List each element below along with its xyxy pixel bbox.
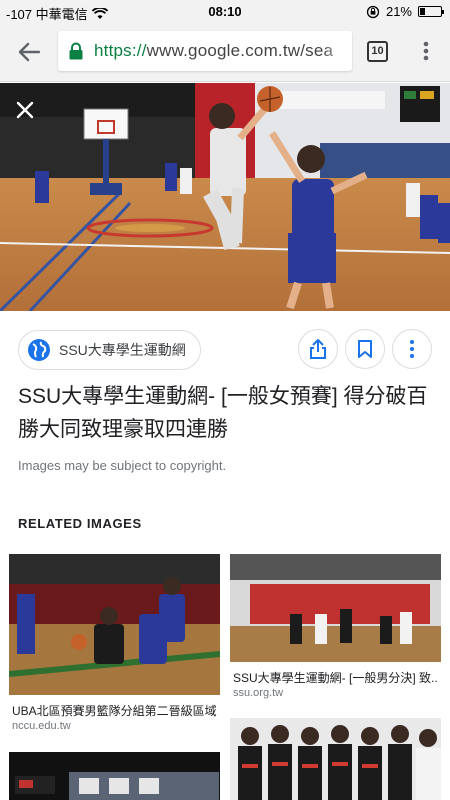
- browser-toolbar: https://www.google.com.tw/sea 10: [0, 22, 450, 82]
- copyright-note: Images may be subject to copyright.: [18, 458, 227, 473]
- url-text: https://www.google.com.tw/sea: [94, 41, 333, 61]
- share-icon: [310, 339, 326, 359]
- more-vertical-icon: [423, 41, 429, 61]
- address-bar[interactable]: https://www.google.com.tw/sea: [58, 31, 352, 71]
- lock-icon: [69, 42, 83, 60]
- related-thumbnail: [230, 554, 441, 662]
- related-domain-2: ssu.org.tw: [233, 687, 284, 699]
- image-title-link[interactable]: SSU大專學生運動網- [一般女預賽] 得分破百勝大同致理豪取四連勝: [18, 380, 428, 446]
- status-right-group: 21%: [366, 4, 444, 19]
- status-bar: -107 中華電信 08:10 21%: [0, 0, 450, 22]
- preview-image[interactable]: [0, 83, 450, 311]
- related-thumbnail: [230, 718, 441, 800]
- globe-icon: [28, 339, 50, 361]
- url-fade: [322, 31, 352, 71]
- close-preview-button[interactable]: [12, 97, 38, 123]
- related-image-3[interactable]: [230, 718, 441, 800]
- bookmark-icon: [358, 340, 372, 358]
- related-image-4[interactable]: [9, 752, 220, 800]
- share-button[interactable]: [298, 329, 338, 369]
- related-thumbnail: [9, 752, 220, 800]
- more-vertical-icon: [410, 340, 414, 358]
- browser-menu-button[interactable]: [416, 39, 436, 63]
- battery-percent: 21%: [385, 4, 412, 19]
- orientation-lock-icon: [366, 5, 380, 18]
- battery-icon: [418, 6, 444, 17]
- related-caption-1: UBA北區預賽男籃隊分組第二晉級區域...: [12, 704, 217, 718]
- related-image-1[interactable]: [9, 554, 220, 695]
- battery-fill: [420, 8, 425, 15]
- back-button[interactable]: [14, 38, 44, 66]
- source-row: SSU大專學生運動網: [18, 328, 438, 372]
- related-image-2[interactable]: [230, 554, 441, 662]
- related-domain-1: nccu.edu.tw: [12, 720, 71, 732]
- arrow-left-icon: [18, 42, 41, 62]
- more-options-button[interactable]: [392, 329, 432, 369]
- basketball-photo: [0, 83, 450, 311]
- related-images-heading: RELATED IMAGES: [18, 516, 142, 531]
- source-label: SSU大專學生運動網: [59, 342, 186, 358]
- related-caption-2: SSU大專學生運動網- [一般男分決] 致...: [233, 671, 438, 685]
- source-link[interactable]: SSU大專學生運動網: [18, 330, 201, 370]
- url-scheme: https://: [94, 41, 147, 60]
- close-icon: [16, 101, 34, 119]
- related-thumbnail: [9, 554, 220, 695]
- save-button[interactable]: [345, 329, 385, 369]
- tab-switcher-button[interactable]: 10: [367, 41, 388, 62]
- url-host: www.google.com.tw/sea: [146, 41, 334, 60]
